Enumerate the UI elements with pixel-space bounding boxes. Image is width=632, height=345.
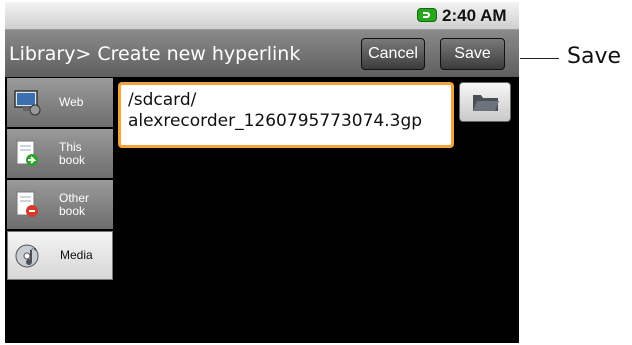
- page-title: Library> Create new hyperlink: [9, 43, 301, 65]
- cancel-button[interactable]: Cancel: [361, 38, 425, 70]
- save-button[interactable]: Save: [440, 38, 505, 70]
- tab-label: Web: [59, 95, 84, 109]
- device-screen: 2:40 AM Library> Create new hyperlink Ca…: [5, 2, 519, 343]
- clock: 2:40 AM: [442, 6, 507, 25]
- tab-label: This book: [59, 141, 85, 167]
- battery-charging-icon: [417, 8, 437, 22]
- folder-icon: [473, 95, 499, 111]
- tab-web[interactable]: Web: [7, 78, 113, 127]
- link-path-line1: /sdcard/: [128, 90, 197, 110]
- title-bar: Library> Create new hyperlink Cancel Sav…: [5, 30, 519, 77]
- callout-line: [520, 58, 559, 59]
- media-icon: [15, 244, 39, 268]
- tab-label: Media: [60, 248, 93, 262]
- browse-button[interactable]: [459, 82, 511, 122]
- link-path-line2: alexrecorder_1260795773074.3gp: [128, 111, 423, 131]
- tab-label-line2: book: [59, 153, 86, 167]
- tab-other-book[interactable]: Other book: [7, 180, 113, 229]
- tab-this-book[interactable]: This book: [7, 129, 113, 178]
- tab-label: Other book: [59, 192, 89, 218]
- status-bar: 2:40 AM: [5, 2, 519, 30]
- tab-label-line2: book: [59, 204, 86, 218]
- callout-label: Save: [567, 44, 622, 69]
- monitor-icon: [14, 90, 41, 116]
- tab-media[interactable]: Media: [7, 231, 113, 280]
- book-error-icon: [16, 191, 38, 217]
- link-path-field[interactable]: /sdcard/ alexrecorder_1260795773074.3gp: [118, 82, 454, 148]
- link-type-sidebar: Web This book Other book Media: [7, 78, 113, 282]
- book-arrow-icon: [16, 140, 38, 166]
